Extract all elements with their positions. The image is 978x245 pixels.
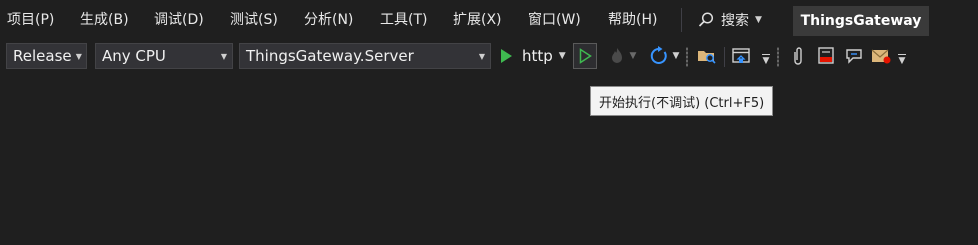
menu-separator (681, 8, 682, 32)
browser-button[interactable] (731, 44, 759, 68)
overflow-caret-icon: ▼ (762, 55, 770, 66)
menu-project[interactable]: 项目(P) (7, 11, 54, 29)
chevron-down-icon: ▼ (478, 51, 486, 61)
play-outline-icon (579, 48, 592, 64)
platform-value: Any CPU (102, 47, 166, 65)
menu-tools[interactable]: 工具(T) (380, 11, 427, 29)
search-label: 搜索 (721, 13, 749, 29)
chevron-down-icon: ▼ (75, 51, 82, 61)
run-profile-label: http (522, 47, 553, 65)
overflow-caret-icon: ▼ (898, 55, 906, 66)
startup-project-value: ThingsGateway.Server (246, 47, 414, 65)
search-dropdown-icon: ▼ (755, 15, 762, 25)
mail-icon (871, 49, 891, 64)
search-button[interactable]: 搜索 ▼ (697, 9, 762, 31)
platform-dropdown[interactable]: Any CPU ▼ (95, 43, 233, 69)
solution-name-badge[interactable]: ThingsGateway (793, 6, 929, 36)
feedback-button[interactable] (842, 44, 866, 68)
menu-extensions[interactable]: 扩展(X) (453, 11, 502, 29)
restart-dropdown-icon: ▼ (672, 51, 680, 61)
menu-test[interactable]: 测试(S) (230, 11, 278, 29)
notifications-button[interactable] (869, 44, 893, 68)
refresh-icon (650, 46, 667, 64)
restart-button[interactable]: ▼ (645, 44, 683, 68)
start-without-debugging-tooltip: 开始执行(不调试) (Ctrl+F5) (590, 86, 774, 116)
start-without-debugging-button[interactable] (573, 43, 597, 69)
chat-icon (846, 49, 862, 64)
menu-bar: 项目(P) 生成(B) 调试(D) 测试(S) 分析(N) 工具(T) 扩展(X… (0, 0, 978, 40)
attach-button[interactable] (787, 44, 809, 68)
toolbar-separator (724, 47, 725, 67)
hot-reload-dropdown-icon: ▼ (629, 51, 637, 61)
search-icon (698, 12, 714, 27)
standard-toolbar: Release ▼ Any CPU ▼ ThingsGateway.Server… (0, 40, 978, 74)
browser-home-icon (732, 48, 750, 63)
error-list-button[interactable] (814, 44, 838, 68)
startup-project-dropdown[interactable]: ThingsGateway.Server ▼ (239, 43, 491, 69)
menu-build[interactable]: 生成(B) (80, 11, 129, 29)
menu-window[interactable]: 窗口(W) (528, 11, 581, 29)
chevron-down-icon: ▼ (220, 51, 228, 61)
menu-analyze[interactable]: 分析(N) (304, 11, 353, 29)
play-icon (501, 49, 512, 63)
toolbar-grip (777, 47, 779, 67)
toolbar-overflow-button[interactable]: ▼ (760, 44, 772, 68)
overflow-line-icon (762, 53, 770, 55)
flame-icon (611, 48, 622, 63)
hot-reload-button[interactable]: ▼ (604, 44, 640, 68)
open-folder-button[interactable] (695, 44, 719, 68)
folder-search-icon (698, 51, 716, 64)
run-profile-dropdown-icon[interactable]: ▼ (559, 51, 566, 61)
configuration-value: Release (13, 47, 72, 65)
paperclip-icon (794, 47, 802, 65)
configuration-dropdown[interactable]: Release ▼ (6, 43, 87, 69)
overflow-line-icon (898, 53, 906, 55)
menu-help[interactable]: 帮助(H) (608, 11, 657, 29)
toolbar-overflow-button-2[interactable]: ▼ (896, 44, 908, 68)
menu-debug[interactable]: 调试(D) (154, 11, 204, 29)
error-window-icon (818, 47, 834, 64)
toolbar-grip (686, 47, 688, 67)
